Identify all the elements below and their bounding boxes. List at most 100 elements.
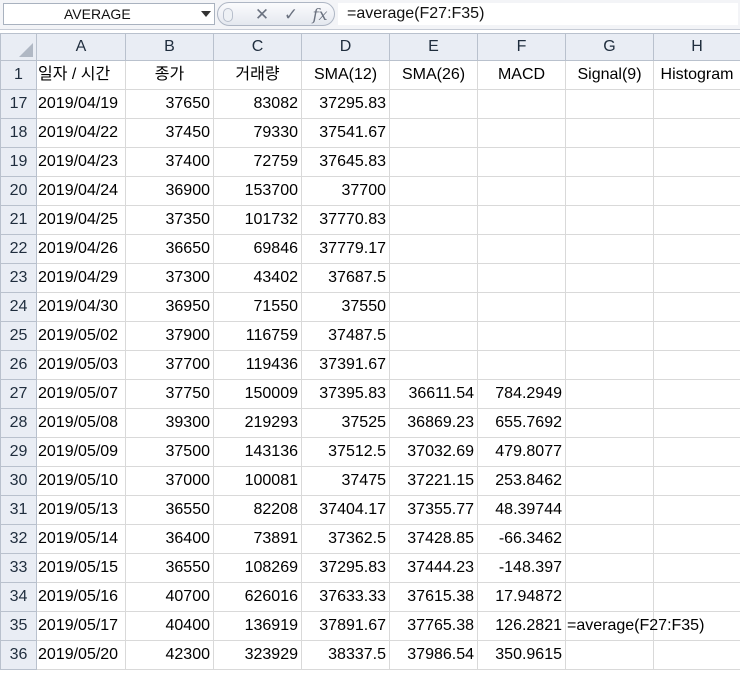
cell-c[interactable]: 626016: [213, 582, 302, 612]
column-header-a[interactable]: A: [36, 33, 126, 61]
cell-b[interactable]: 37300: [125, 263, 214, 293]
column-header-g[interactable]: G: [565, 33, 654, 61]
cell-d[interactable]: 37391.67: [301, 350, 390, 380]
cell-h[interactable]: [653, 437, 740, 467]
cell-e[interactable]: 36869.23: [389, 408, 478, 438]
cell-e[interactable]: 37615.38: [389, 582, 478, 612]
cell-g[interactable]: [565, 89, 654, 119]
cell-h[interactable]: [653, 495, 740, 525]
cell-f[interactable]: 253.8462: [477, 466, 566, 496]
cell-h[interactable]: [653, 553, 740, 583]
cell-a[interactable]: 2019/05/09: [36, 437, 126, 467]
cell-h[interactable]: [653, 524, 740, 554]
cell-g[interactable]: [565, 234, 654, 264]
column-header-b[interactable]: B: [125, 33, 214, 61]
cell-a[interactable]: 2019/05/20: [36, 640, 126, 670]
cell-a[interactable]: 2019/04/29: [36, 263, 126, 293]
cell-a[interactable]: 2019/04/24: [36, 176, 126, 206]
cell-d[interactable]: 37770.83: [301, 205, 390, 235]
cell-f[interactable]: [477, 147, 566, 177]
row-header[interactable]: 1: [0, 60, 37, 90]
cell-g[interactable]: [565, 321, 654, 351]
cell-a[interactable]: 일자 / 시간: [36, 60, 126, 90]
cell-g[interactable]: [565, 205, 654, 235]
cell-f[interactable]: [477, 234, 566, 264]
cell-e[interactable]: [389, 321, 478, 351]
cell-d[interactable]: 38337.5: [301, 640, 390, 670]
row-header[interactable]: 34: [0, 582, 37, 612]
cell-a[interactable]: 2019/05/16: [36, 582, 126, 612]
row-header[interactable]: 19: [0, 147, 37, 177]
cell-h[interactable]: [653, 408, 740, 438]
cell-d[interactable]: 37779.17: [301, 234, 390, 264]
cell-b[interactable]: 36550: [125, 553, 214, 583]
cell-g[interactable]: [565, 582, 654, 612]
cell-f[interactable]: 479.8077: [477, 437, 566, 467]
cell-g[interactable]: =average(F27:F35): [565, 611, 704, 641]
cell-f[interactable]: 655.7692: [477, 408, 566, 438]
cell-a[interactable]: 2019/04/25: [36, 205, 126, 235]
cell-e[interactable]: [389, 147, 478, 177]
cell-g[interactable]: [565, 263, 654, 293]
cell-f[interactable]: 350.9615: [477, 640, 566, 670]
cell-a[interactable]: 2019/05/15: [36, 553, 126, 583]
cell-h[interactable]: [653, 263, 740, 293]
cell-d[interactable]: 37645.83: [301, 147, 390, 177]
cell-d[interactable]: 37512.5: [301, 437, 390, 467]
cell-b[interactable]: 37700: [125, 350, 214, 380]
cell-h[interactable]: Histogram: [653, 60, 740, 90]
cell-e[interactable]: [389, 292, 478, 322]
cell-c[interactable]: 136919: [213, 611, 302, 641]
cell-g[interactable]: [565, 350, 654, 380]
cell-d[interactable]: 37362.5: [301, 524, 390, 554]
cell-a[interactable]: 2019/05/17: [36, 611, 126, 641]
cell-f[interactable]: 17.94872: [477, 582, 566, 612]
column-header-e[interactable]: E: [389, 33, 478, 61]
column-header-c[interactable]: C: [213, 33, 302, 61]
row-header[interactable]: 21: [0, 205, 37, 235]
cell-f[interactable]: 48.39744: [477, 495, 566, 525]
row-header[interactable]: 27: [0, 379, 37, 409]
cell-h[interactable]: [653, 582, 740, 612]
name-box[interactable]: AVERAGE: [3, 3, 215, 25]
cell-h[interactable]: [653, 350, 740, 380]
cell-b[interactable]: 37350: [125, 205, 214, 235]
cell-d[interactable]: 37395.83: [301, 379, 390, 409]
cell-h[interactable]: [653, 466, 740, 496]
cell-e[interactable]: 37986.54: [389, 640, 478, 670]
cell-d[interactable]: 37891.67: [301, 611, 390, 641]
cell-f[interactable]: MACD: [477, 60, 566, 90]
cell-b[interactable]: 37500: [125, 437, 214, 467]
row-header[interactable]: 33: [0, 553, 37, 583]
cell-e[interactable]: 37221.15: [389, 466, 478, 496]
cell-h[interactable]: [653, 89, 740, 119]
cell-c[interactable]: 100081: [213, 466, 302, 496]
cell-c[interactable]: 150009: [213, 379, 302, 409]
cell-c[interactable]: 43402: [213, 263, 302, 293]
cell-d[interactable]: 37687.5: [301, 263, 390, 293]
cell-d[interactable]: 37487.5: [301, 321, 390, 351]
cell-e[interactable]: [389, 176, 478, 206]
cell-c[interactable]: 79330: [213, 118, 302, 148]
row-header[interactable]: 26: [0, 350, 37, 380]
cell-c[interactable]: 72759: [213, 147, 302, 177]
cell-f[interactable]: -66.3462: [477, 524, 566, 554]
cell-d[interactable]: 37541.67: [301, 118, 390, 148]
cell-g[interactable]: [565, 466, 654, 496]
cell-g[interactable]: [565, 379, 654, 409]
formula-input[interactable]: =average(F27:F35): [338, 3, 738, 25]
cell-d[interactable]: 37295.83: [301, 553, 390, 583]
cell-b[interactable]: 36950: [125, 292, 214, 322]
cell-g[interactable]: [565, 176, 654, 206]
cell-g[interactable]: [565, 437, 654, 467]
cell-e[interactable]: [389, 234, 478, 264]
cancel-icon[interactable]: ✕: [250, 4, 274, 26]
cell-d[interactable]: 37295.83: [301, 89, 390, 119]
chevron-down-icon[interactable]: [201, 11, 211, 17]
cell-h[interactable]: [653, 292, 740, 322]
cell-f[interactable]: [477, 321, 566, 351]
cell-c[interactable]: 323929: [213, 640, 302, 670]
cell-g[interactable]: [565, 553, 654, 583]
cell-a[interactable]: 2019/04/19: [36, 89, 126, 119]
cell-c[interactable]: 73891: [213, 524, 302, 554]
